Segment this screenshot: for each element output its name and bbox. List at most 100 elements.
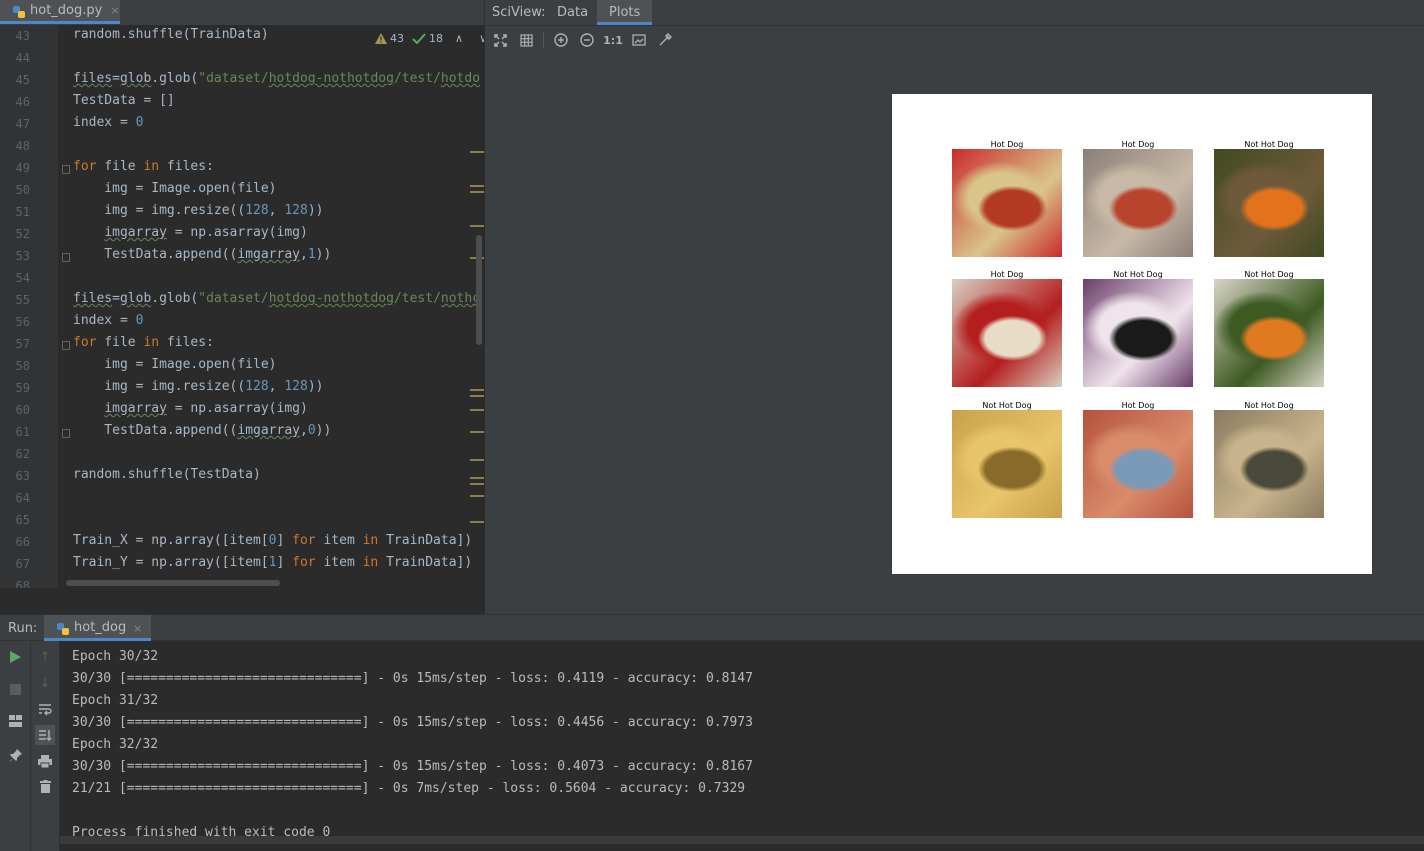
file-tab-hot-dog-py[interactable]: hot_dog.py × bbox=[0, 0, 120, 24]
code-line[interactable]: index = 0 bbox=[73, 115, 143, 130]
warning-stripe-mark[interactable] bbox=[470, 151, 484, 153]
code-line[interactable]: imgarray = np.asarray(img) bbox=[73, 401, 308, 416]
code-line[interactable]: random.shuffle(TestData) bbox=[73, 467, 261, 482]
chevron-down-icon[interactable]: ∨ bbox=[479, 32, 484, 45]
warning-stripe-mark[interactable] bbox=[470, 477, 484, 479]
warning-stripe-mark[interactable] bbox=[470, 389, 484, 391]
code-line[interactable]: files=glob.glob("dataset/hotdog-nothotdo… bbox=[73, 71, 480, 86]
grid-icon[interactable] bbox=[513, 27, 539, 53]
line-number: 45 bbox=[15, 73, 30, 87]
subplot-title: Hot Dog bbox=[1121, 140, 1155, 149]
code-line[interactable]: files=glob.glob("dataset/hotdog-nothotdo… bbox=[73, 291, 480, 306]
code-token: 1 bbox=[307, 247, 316, 262]
console-horizontal-scrollbar[interactable] bbox=[60, 836, 1424, 844]
chevron-up-icon[interactable]: ∧ bbox=[455, 32, 463, 45]
fold-marker-icon[interactable] bbox=[62, 429, 70, 438]
plots-toolbar: 1:1 bbox=[487, 26, 687, 54]
code-line[interactable]: img = Image.open(file) bbox=[73, 357, 276, 372]
subplot-photo bbox=[1214, 279, 1324, 387]
code-line[interactable]: TestData.append((imgarray,0)) bbox=[73, 423, 331, 438]
inspection-widget[interactable]: 43 18 ∧ ∨ bbox=[375, 32, 484, 45]
color-picker-icon[interactable] bbox=[652, 27, 678, 53]
check-icon bbox=[412, 33, 426, 44]
tab-plots[interactable]: Plots bbox=[597, 0, 653, 25]
code-line[interactable]: Train_X = np.array([item[0] for item in … bbox=[73, 533, 472, 548]
code-token: .glob( bbox=[151, 291, 199, 306]
code-token: files: bbox=[159, 159, 214, 174]
code-token: /test/ bbox=[393, 291, 441, 306]
stop-icon[interactable] bbox=[5, 679, 25, 699]
line-number: 48 bbox=[15, 139, 30, 153]
warning-stripe-mark[interactable] bbox=[470, 483, 484, 485]
subplot-photo bbox=[1214, 410, 1324, 518]
close-icon[interactable]: × bbox=[133, 622, 142, 635]
code-line[interactable]: img = img.resize((128, 128)) bbox=[73, 203, 323, 218]
code-line[interactable]: imgarray = np.asarray(img) bbox=[73, 225, 308, 240]
warning-stripe-mark[interactable] bbox=[470, 459, 484, 461]
code-token: TrainData]) bbox=[378, 555, 473, 570]
warning-stripe-mark[interactable] bbox=[470, 495, 484, 497]
fit-zoom-icon[interactable] bbox=[626, 27, 652, 53]
up-icon[interactable]: ↑ bbox=[35, 647, 55, 667]
zoom-out-icon[interactable] bbox=[574, 27, 600, 53]
code-token: TestData.append(( bbox=[73, 247, 238, 262]
code-token: 128 bbox=[284, 379, 308, 394]
warning-stripe-mark[interactable] bbox=[470, 521, 484, 523]
code-line[interactable]: TestData.append((imgarray,1)) bbox=[73, 247, 331, 262]
trash-icon[interactable] bbox=[35, 776, 55, 796]
fold-marker-icon[interactable] bbox=[62, 341, 70, 350]
warning-stripe-mark[interactable] bbox=[470, 409, 484, 411]
line-number: 63 bbox=[15, 469, 30, 483]
print-icon[interactable] bbox=[35, 751, 55, 771]
plot-subplot: Not Hot Dog bbox=[1214, 140, 1324, 258]
code-editor[interactable]: 43 44 45 46 47 48 49 50 51 52 53 54 55 56 57 58 59 60 61 62… bbox=[0, 25, 484, 588]
layout-icon[interactable] bbox=[5, 711, 25, 731]
warning-stripe-mark[interactable] bbox=[470, 395, 484, 397]
code-line[interactable]: TestData = [] bbox=[73, 93, 175, 108]
subplot-title: Hot Dog bbox=[990, 270, 1024, 279]
zoom-in-icon[interactable] bbox=[548, 27, 574, 53]
warning-stripe-mark[interactable] bbox=[470, 185, 484, 187]
tab-data[interactable]: Data bbox=[545, 0, 600, 25]
code-line[interactable]: Train_Y = np.array([item[1] for item in … bbox=[73, 555, 472, 570]
warning-stripe-mark[interactable] bbox=[470, 225, 484, 227]
pin-icon[interactable] bbox=[5, 745, 25, 765]
python-file-icon bbox=[12, 4, 26, 18]
plot-image[interactable]: Hot Dog Hot Dog Not Hot Dog Hot Dog Not Hot … bbox=[892, 94, 1372, 574]
console-line: 30/30 [==============================] -… bbox=[72, 715, 753, 730]
code-line[interactable]: random.shuffle(TrainData) bbox=[73, 27, 269, 42]
soft-wrap-icon[interactable] bbox=[35, 699, 55, 719]
warning-stripe-mark[interactable] bbox=[470, 191, 484, 193]
run-icon[interactable] bbox=[5, 647, 25, 667]
scroll-to-end-icon[interactable] bbox=[35, 725, 55, 745]
fit-screen-icon[interactable] bbox=[487, 27, 513, 53]
code-line[interactable]: index = 0 bbox=[73, 313, 143, 328]
code-line[interactable]: img = Image.open(file) bbox=[73, 181, 276, 196]
code-token: Train_Y = np.array([item[ bbox=[73, 555, 269, 570]
code-token: )) bbox=[307, 203, 324, 218]
down-icon[interactable]: ↓ bbox=[35, 673, 55, 693]
fold-marker-icon[interactable] bbox=[62, 165, 70, 174]
code-line[interactable]: img = img.resize((128, 128)) bbox=[73, 379, 323, 394]
actual-size-icon[interactable]: 1:1 bbox=[600, 27, 626, 53]
vertical-scrollbar[interactable] bbox=[476, 235, 482, 345]
line-number: 54 bbox=[15, 271, 30, 285]
code-token: 128 bbox=[245, 203, 269, 218]
code-token: in bbox=[143, 159, 160, 174]
code-token: random.shuffle(TrainData) bbox=[73, 27, 269, 42]
code-line[interactable]: for file in files: bbox=[73, 159, 214, 174]
close-icon[interactable]: × bbox=[110, 4, 119, 17]
code-line[interactable]: for file in files: bbox=[73, 335, 214, 350]
console-line: 30/30 [==============================] -… bbox=[72, 641, 753, 642]
run-tab-hot-dog[interactable]: hot_dog × bbox=[44, 615, 151, 641]
run-console[interactable]: 30/30 [==============================] -… bbox=[60, 641, 1424, 851]
plot-subplot: Not Hot Dog bbox=[1083, 270, 1193, 388]
console-line: Epoch 30/32 bbox=[72, 649, 159, 664]
fold-marker-icon[interactable] bbox=[62, 253, 70, 262]
plot-subplot: Hot Dog bbox=[952, 140, 1062, 258]
warning-stripe-mark[interactable] bbox=[470, 431, 484, 433]
horizontal-scrollbar[interactable] bbox=[66, 580, 280, 586]
plot-subplot: Not Hot Dog bbox=[1214, 270, 1324, 388]
code-token: hotdog-nothotdog bbox=[268, 71, 394, 86]
subplot-photo bbox=[1083, 149, 1193, 257]
